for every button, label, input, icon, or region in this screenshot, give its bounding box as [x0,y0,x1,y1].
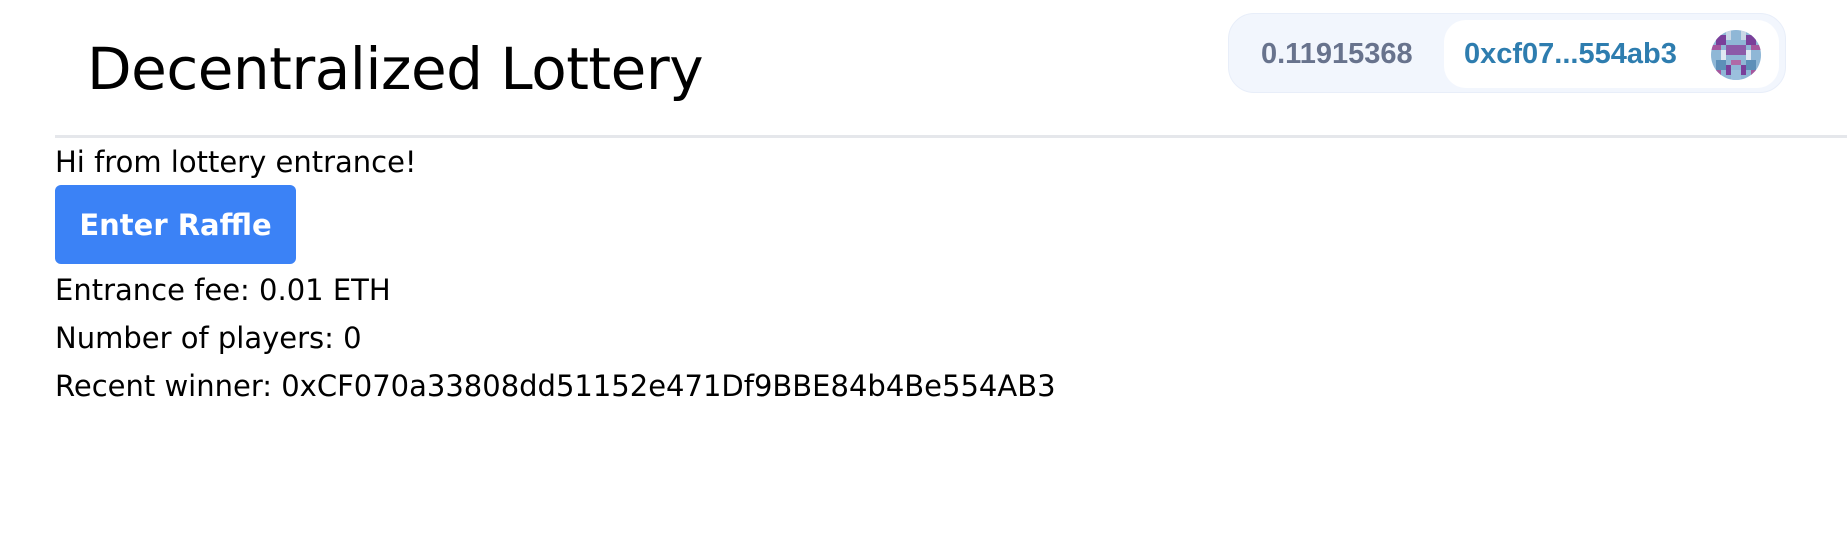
blockie-avatar-icon [1711,30,1761,80]
number-of-players-text: Number of players: 0 [55,321,362,355]
enter-raffle-button[interactable]: Enter Raffle [55,185,296,264]
greeting-text: Hi from lottery entrance! [55,145,417,179]
wallet-balance: 0.11915368 [1261,38,1413,70]
entrance-fee-text: Entrance fee: 0.01 ETH [55,273,391,307]
recent-winner-text: Recent winner: 0xCF070a33808dd51152e471D… [55,369,1056,403]
header: Decentralized Lottery 0.11915368 0xcf07.… [55,0,1847,138]
page-title: Decentralized Lottery [87,35,704,103]
account-address: 0xcf07...554ab3 [1464,38,1677,70]
account-button[interactable]: 0xcf07...554ab3 [1444,20,1779,88]
wallet-connect-widget: 0.11915368 0xcf07...554ab3 [1228,13,1786,93]
